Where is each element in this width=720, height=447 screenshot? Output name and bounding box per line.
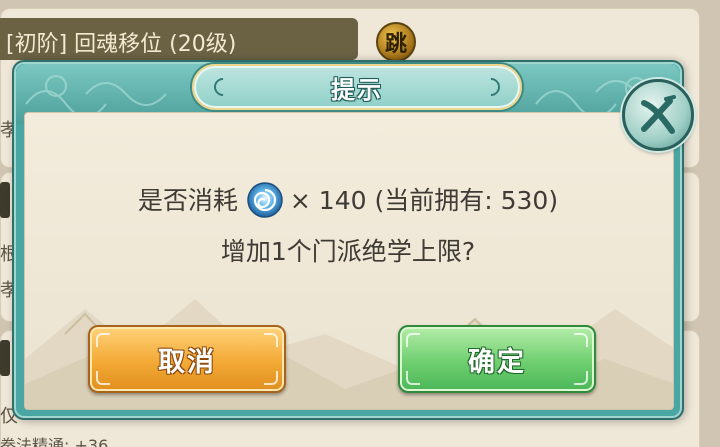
- prompt-owned: (当前拥有: 530): [374, 186, 559, 215]
- curl-ornament-icon: [210, 74, 236, 100]
- dialog-title: 提示: [331, 75, 383, 104]
- cancel-button[interactable]: 取消: [88, 325, 286, 393]
- background-icon-slot: [0, 340, 10, 376]
- confirm-button[interactable]: 确定: [398, 325, 596, 393]
- background-text: 拳法精通: +36: [0, 436, 109, 447]
- background-skill-name: [初阶] 回魂移位 (20级): [6, 32, 237, 57]
- prompt-cost: × 140: [289, 186, 367, 215]
- confirm-button-label: 确定: [468, 346, 526, 378]
- prompt-line-1: 是否消耗 × 140 (当前拥有: 530): [0, 181, 696, 221]
- curl-ornament-icon: [478, 74, 504, 100]
- close-button[interactable]: [622, 79, 694, 151]
- cancel-button-label: 取消: [158, 346, 216, 378]
- prompt-prefix: 是否消耗: [137, 186, 238, 215]
- dialog-title-plate: 提示: [192, 64, 522, 110]
- background-skill-button[interactable]: 跳: [376, 22, 416, 62]
- spiral-gem-icon: [247, 182, 283, 218]
- prompt-line-2: 增加1个门派绝学上限?: [220, 237, 476, 266]
- close-icon: [641, 95, 676, 134]
